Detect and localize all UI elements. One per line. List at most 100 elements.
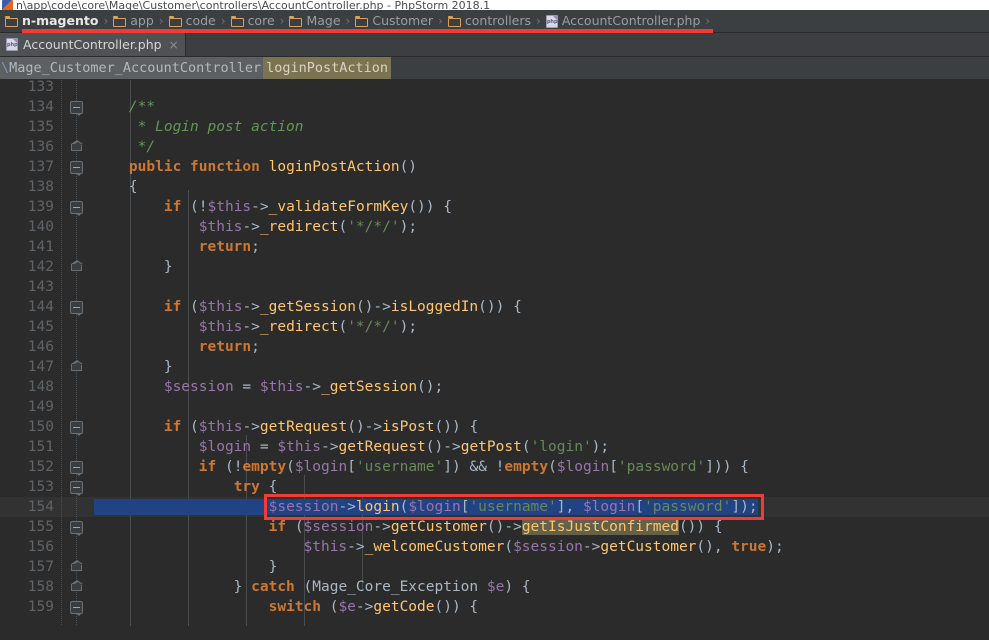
code-line[interactable]: 152 if (!empty($login['username']) && !e… — [0, 457, 989, 477]
code-token: ( — [303, 579, 313, 595]
code-token: ( — [286, 459, 295, 475]
code-token: _redirect — [259, 219, 339, 235]
code-line[interactable]: 156 $this->_welcomeCustomer($session->ge… — [0, 537, 989, 557]
fold-collapse-icon[interactable] — [70, 201, 83, 216]
code-token: -> — [373, 519, 391, 535]
fold-collapse-icon[interactable] — [70, 481, 83, 496]
code-text: return; — [91, 337, 989, 357]
code-text: $this->_welcomeCustomer($session->getCus… — [91, 537, 989, 557]
code-text: $session = $this->_getSession(); — [91, 377, 989, 397]
line-number: 156 — [27, 539, 54, 555]
fold-marker-cell[interactable] — [61, 517, 91, 537]
code-token: isPost — [382, 419, 435, 435]
code-line[interactable]: 144 if ($this->_getSession()->isLoggedIn… — [0, 297, 989, 317]
fold-marker-cell[interactable] — [61, 417, 91, 437]
code-text: /** — [91, 97, 989, 117]
fold-marker-cell — [61, 117, 91, 137]
fold-marker-cell[interactable] — [61, 297, 91, 317]
code-line[interactable]: 136 */ — [0, 137, 989, 157]
code-token: public function — [128, 159, 269, 175]
fold-collapse-icon[interactable] — [70, 421, 83, 436]
fold-marker-cell[interactable] — [61, 97, 91, 117]
code-line[interactable]: 145 $this->_redirect('*/*/'); — [0, 317, 989, 337]
code-token: ); — [399, 219, 418, 235]
code-line[interactable]: 141 return; — [0, 237, 989, 257]
fold-collapse-icon[interactable] — [70, 301, 83, 316]
breadcrumb-red-underline-annotation — [22, 29, 713, 33]
fold-end-icon[interactable] — [71, 360, 83, 371]
fold-marker-cell[interactable] — [61, 197, 91, 217]
code-token: -> — [242, 319, 260, 335]
code-text: } — [91, 257, 989, 277]
fold-end-icon[interactable] — [71, 560, 83, 571]
fold-marker-cell[interactable] — [61, 477, 91, 497]
fold-marker-cell[interactable] — [61, 577, 91, 597]
fold-end-icon[interactable] — [71, 580, 83, 591]
folder-icon — [447, 15, 461, 27]
line-number: 157 — [27, 559, 54, 575]
fold-marker-cell[interactable] — [61, 557, 91, 577]
code-line[interactable]: 146 return; — [0, 337, 989, 357]
code-token: $session — [303, 519, 374, 535]
code-line[interactable]: 133 — [0, 80, 989, 97]
fold-marker-cell[interactable] — [61, 597, 91, 617]
line-number: 148 — [27, 379, 54, 395]
code-line[interactable]: 158 } catch (Mage_Core_Exception $e) { — [0, 577, 989, 597]
code-text: if ($this->getRequest()->isPost()) { — [91, 417, 989, 437]
selected-text: $session->login($login['username'], $log… — [94, 499, 758, 515]
fold-marker-cell — [61, 80, 91, 97]
code-line[interactable]: 137 public function loginPostAction() — [0, 157, 989, 177]
code-line[interactable]: 150 if ($this->getRequest()->isPost()) { — [0, 417, 989, 437]
line-number: 153 — [27, 479, 54, 495]
code-line[interactable]: 157 } — [0, 557, 989, 577]
close-icon[interactable]: × — [167, 39, 179, 51]
code-line[interactable]: 140 $this->_redirect('*/*/'); — [0, 217, 989, 237]
code-token: ) { — [504, 579, 531, 595]
code-line[interactable]: 147 } — [0, 357, 989, 377]
fold-end-icon[interactable] — [71, 140, 83, 151]
code-token: [ — [347, 459, 356, 475]
fold-marker-cell[interactable] — [61, 357, 91, 377]
code-token: loginPostAction — [268, 159, 400, 175]
fold-marker-cell[interactable] — [61, 157, 91, 177]
line-number: 155 — [27, 519, 54, 535]
nav-class-name[interactable]: \Mage_Customer_AccountController — [0, 57, 264, 79]
tab-account-controller[interactable]: AccountController.php × — [0, 33, 186, 56]
code-line[interactable]: 154 $session->login($login['username'], … — [0, 497, 989, 517]
code-token: { — [94, 179, 138, 195]
fold-marker-cell[interactable] — [61, 457, 91, 477]
code-line[interactable]: 139 if (!$this->_validateFormKey()) { — [0, 197, 989, 217]
fold-marker-cell[interactable] — [61, 257, 91, 277]
fold-collapse-icon[interactable] — [70, 101, 83, 116]
code-line[interactable]: 159 switch ($e->getCode()) { — [0, 597, 989, 617]
fold-end-icon[interactable] — [71, 260, 83, 271]
line-number: 147 — [27, 359, 54, 375]
code-line[interactable]: 148 $session = $this->_getSession(); — [0, 377, 989, 397]
fold-collapse-icon[interactable] — [70, 521, 83, 536]
fold-marker-cell[interactable] — [61, 137, 91, 157]
code-line[interactable]: 135 * Login post action — [0, 117, 989, 137]
code-line[interactable]: 149 — [0, 397, 989, 417]
code-editor[interactable]: 133 134 /** 135 * Login post action 136 */1… — [0, 80, 989, 626]
fold-collapse-icon[interactable] — [70, 161, 83, 176]
code-line[interactable]: 153 try { — [0, 477, 989, 497]
code-line[interactable]: 134 /** — [0, 97, 989, 117]
code-token: ; — [251, 339, 260, 355]
fold-collapse-icon[interactable] — [70, 461, 83, 476]
code-token: (! — [190, 199, 208, 215]
code-line[interactable]: 143 — [0, 277, 989, 297]
highlighted-identifier: getIsJustConfirmed — [521, 519, 679, 535]
code-line[interactable]: 142 } — [0, 257, 989, 277]
fold-collapse-icon[interactable] — [70, 601, 83, 616]
code-line[interactable]: 155 if ($session->getCustomer()->getIsJu… — [0, 517, 989, 537]
code-line[interactable]: 151 $login = $this->getRequest()->getPos… — [0, 437, 989, 457]
code-token: ]) — [443, 459, 470, 475]
folder-icon — [230, 15, 244, 27]
nav-method-name[interactable]: loginPostAction — [263, 57, 392, 79]
code-line[interactable]: 138 { — [0, 177, 989, 197]
fold-marker-cell — [61, 437, 91, 457]
code-token: $this — [198, 219, 243, 235]
